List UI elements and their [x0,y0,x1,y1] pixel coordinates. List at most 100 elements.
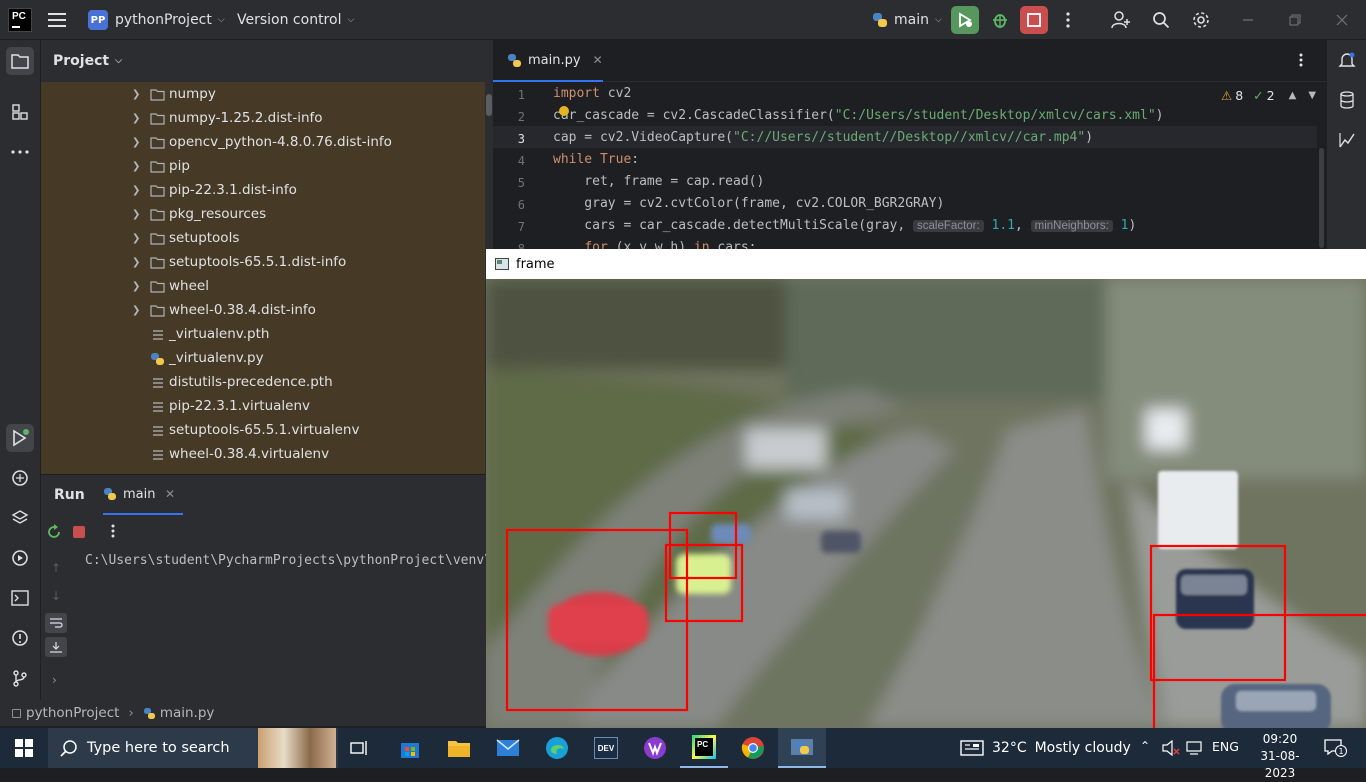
pycharm-taskbar-button[interactable]: PC [680,728,728,768]
more-actions-button[interactable] [1054,6,1082,34]
store-button[interactable] [386,728,434,768]
tree-item[interactable]: ❯ wheel-0.38.4.dist-info [41,298,485,322]
more-tools-button[interactable] [6,138,34,166]
tree-item[interactable]: ❯ numpy-1.25.2.dist-info [41,106,485,130]
tree-item[interactable]: setuptools-65.5.1.virtualenv [41,418,485,442]
chevron-right-icon[interactable]: ❯ [132,209,140,220]
close-icon[interactable]: ✕ [593,53,603,67]
tree-item[interactable]: ❯ pip-22.3.1.dist-info [41,178,485,202]
rerun-run-button[interactable] [46,524,62,540]
run-more-button[interactable] [111,524,115,538]
breadcrumb-file[interactable]: main.py [160,705,215,721]
code-line[interactable]: car_cascade = cv2.CascadeClassifier("C:/… [553,108,1164,123]
python-packages-button[interactable] [6,504,34,532]
scrollbar-thumb[interactable] [486,94,492,116]
minimize-button[interactable] [1234,6,1262,34]
stop-run-button[interactable] [73,526,85,538]
chevron-right-icon[interactable]: ❯ [132,257,140,268]
mail-button[interactable] [484,728,532,768]
debug-button[interactable] [986,6,1014,34]
code-line[interactable]: while True: [553,152,639,167]
stop-button[interactable] [1020,6,1048,34]
close-window-button[interactable] [1328,6,1356,34]
rerun-button[interactable] [951,6,979,34]
chevron-right-icon[interactable]: ❯ [132,281,140,292]
chevron-right-icon[interactable]: ❯ [132,233,140,244]
chevron-right-icon[interactable]: ❯ [132,137,140,148]
chevron-up-icon[interactable]: ▲ [1289,90,1297,101]
project-tool-button[interactable] [6,47,34,75]
problems-button[interactable] [6,624,34,652]
frame-window[interactable]: frame [486,249,1366,728]
python-console-button[interactable] [6,464,34,492]
network-button[interactable] [1186,740,1204,756]
chevron-right-icon[interactable]: ❯ [132,89,140,100]
tree-item[interactable]: ❯ opencv_python-4.8.0.76.dist-info [41,130,485,154]
search-button[interactable] [1147,6,1175,34]
chrome-button[interactable] [729,728,777,768]
project-panel-header[interactable]: Project ⌵ [41,40,493,82]
editor-scrollbar[interactable] [1317,82,1326,250]
notification-center-button[interactable]: 1 [1324,739,1347,757]
run-config-selector[interactable]: main ⌵ [872,0,942,40]
chevron-right-icon[interactable]: ❯ [132,161,140,172]
tree-item[interactable]: pip-22.3.1.virtualenv [41,394,485,418]
chevron-down-icon[interactable]: ▼ [1308,90,1316,101]
tree-item[interactable]: ❯ pkg_resources [41,202,485,226]
chevron-up-icon[interactable]: ⌃ [1140,739,1150,753]
main-menu-button[interactable] [48,0,66,40]
database-button[interactable] [1333,86,1361,114]
start-button[interactable] [0,728,48,768]
scroll-to-end-button[interactable] [45,637,67,657]
pen-app-button[interactable] [631,728,679,768]
code-line[interactable]: cars = car_cascade.detectMultiScale(gray… [553,218,1136,233]
chevron-right-icon[interactable]: ❯ [132,305,140,316]
file-explorer-button[interactable] [435,728,483,768]
dev-home-button[interactable]: DEV [582,728,630,768]
run-tool-button[interactable] [6,424,34,452]
chevron-right-icon[interactable]: › [52,673,57,687]
tree-item[interactable]: ❯ pip [41,154,485,178]
tree-item[interactable]: ❯ wheel [41,274,485,298]
terminal-button[interactable] [6,584,34,612]
editor-tabs-more-button[interactable] [1299,53,1303,67]
close-tab-icon[interactable]: ✕ [165,487,175,501]
tree-item[interactable]: _virtualenv.py [41,346,485,370]
structure-tool-button[interactable] [6,98,34,126]
code-area[interactable]: 1 import cv2 2 car_cascade = cv2.CascadeCla… [493,82,1317,250]
tab-main-py[interactable]: main.py ✕ [493,40,603,82]
inspection-widget[interactable]: ⚠ 8 ✓ 2 ▲ ▼ [1221,88,1316,103]
tree-item[interactable]: ❯ setuptools [41,226,485,250]
chevron-right-icon[interactable]: ❯ [132,185,140,196]
code-line[interactable]: ret, frame = cap.read() [553,174,764,189]
volume-button[interactable] [1162,740,1180,756]
code-with-me-button[interactable] [1107,6,1135,34]
python-window-button[interactable] [778,728,826,768]
code-line[interactable]: import cv2 [553,86,631,101]
tree-item[interactable]: ❯ numpy [41,82,485,106]
task-view-button[interactable] [336,728,384,768]
frame-titlebar[interactable]: frame [486,249,1366,279]
breadcrumb-project[interactable]: pythonProject [26,705,119,721]
tree-item[interactable]: wheel-0.38.4.virtualenv [41,442,485,466]
version-control-button[interactable] [6,664,34,692]
settings-button[interactable] [1187,6,1215,34]
tree-item[interactable]: ❯ setuptools-65.5.1.dist-info [41,250,485,274]
project-widget[interactable]: PP pythonProject ⌵ [88,0,225,40]
code-line[interactable]: gray = cv2.cvtColor(frame, cv2.COLOR_BGR… [553,196,944,211]
chevron-right-icon[interactable]: ❯ [132,113,140,124]
language-indicator[interactable]: ENG [1212,739,1239,754]
sciview-button[interactable] [1333,126,1361,154]
edge-button[interactable] [533,728,581,768]
maximize-button[interactable] [1281,6,1309,34]
tree-item[interactable]: distutils-precedence.pth [41,370,485,394]
clock[interactable]: 09:20 31-08-2023 [1252,731,1308,782]
weather-widget[interactable]: 32°C Mostly cloudy [960,728,1131,768]
vcs-widget[interactable]: Version control ⌵ [237,0,354,40]
notifications-button[interactable] [1333,46,1361,74]
soft-wrap-button[interactable] [45,613,67,633]
arrow-up-icon[interactable]: ↑ [51,561,61,575]
lightbulb-icon[interactable] [559,106,569,116]
code-line[interactable]: cap = cv2.VideoCapture("C://Users//stude… [553,130,1093,145]
services-button[interactable] [6,544,34,572]
